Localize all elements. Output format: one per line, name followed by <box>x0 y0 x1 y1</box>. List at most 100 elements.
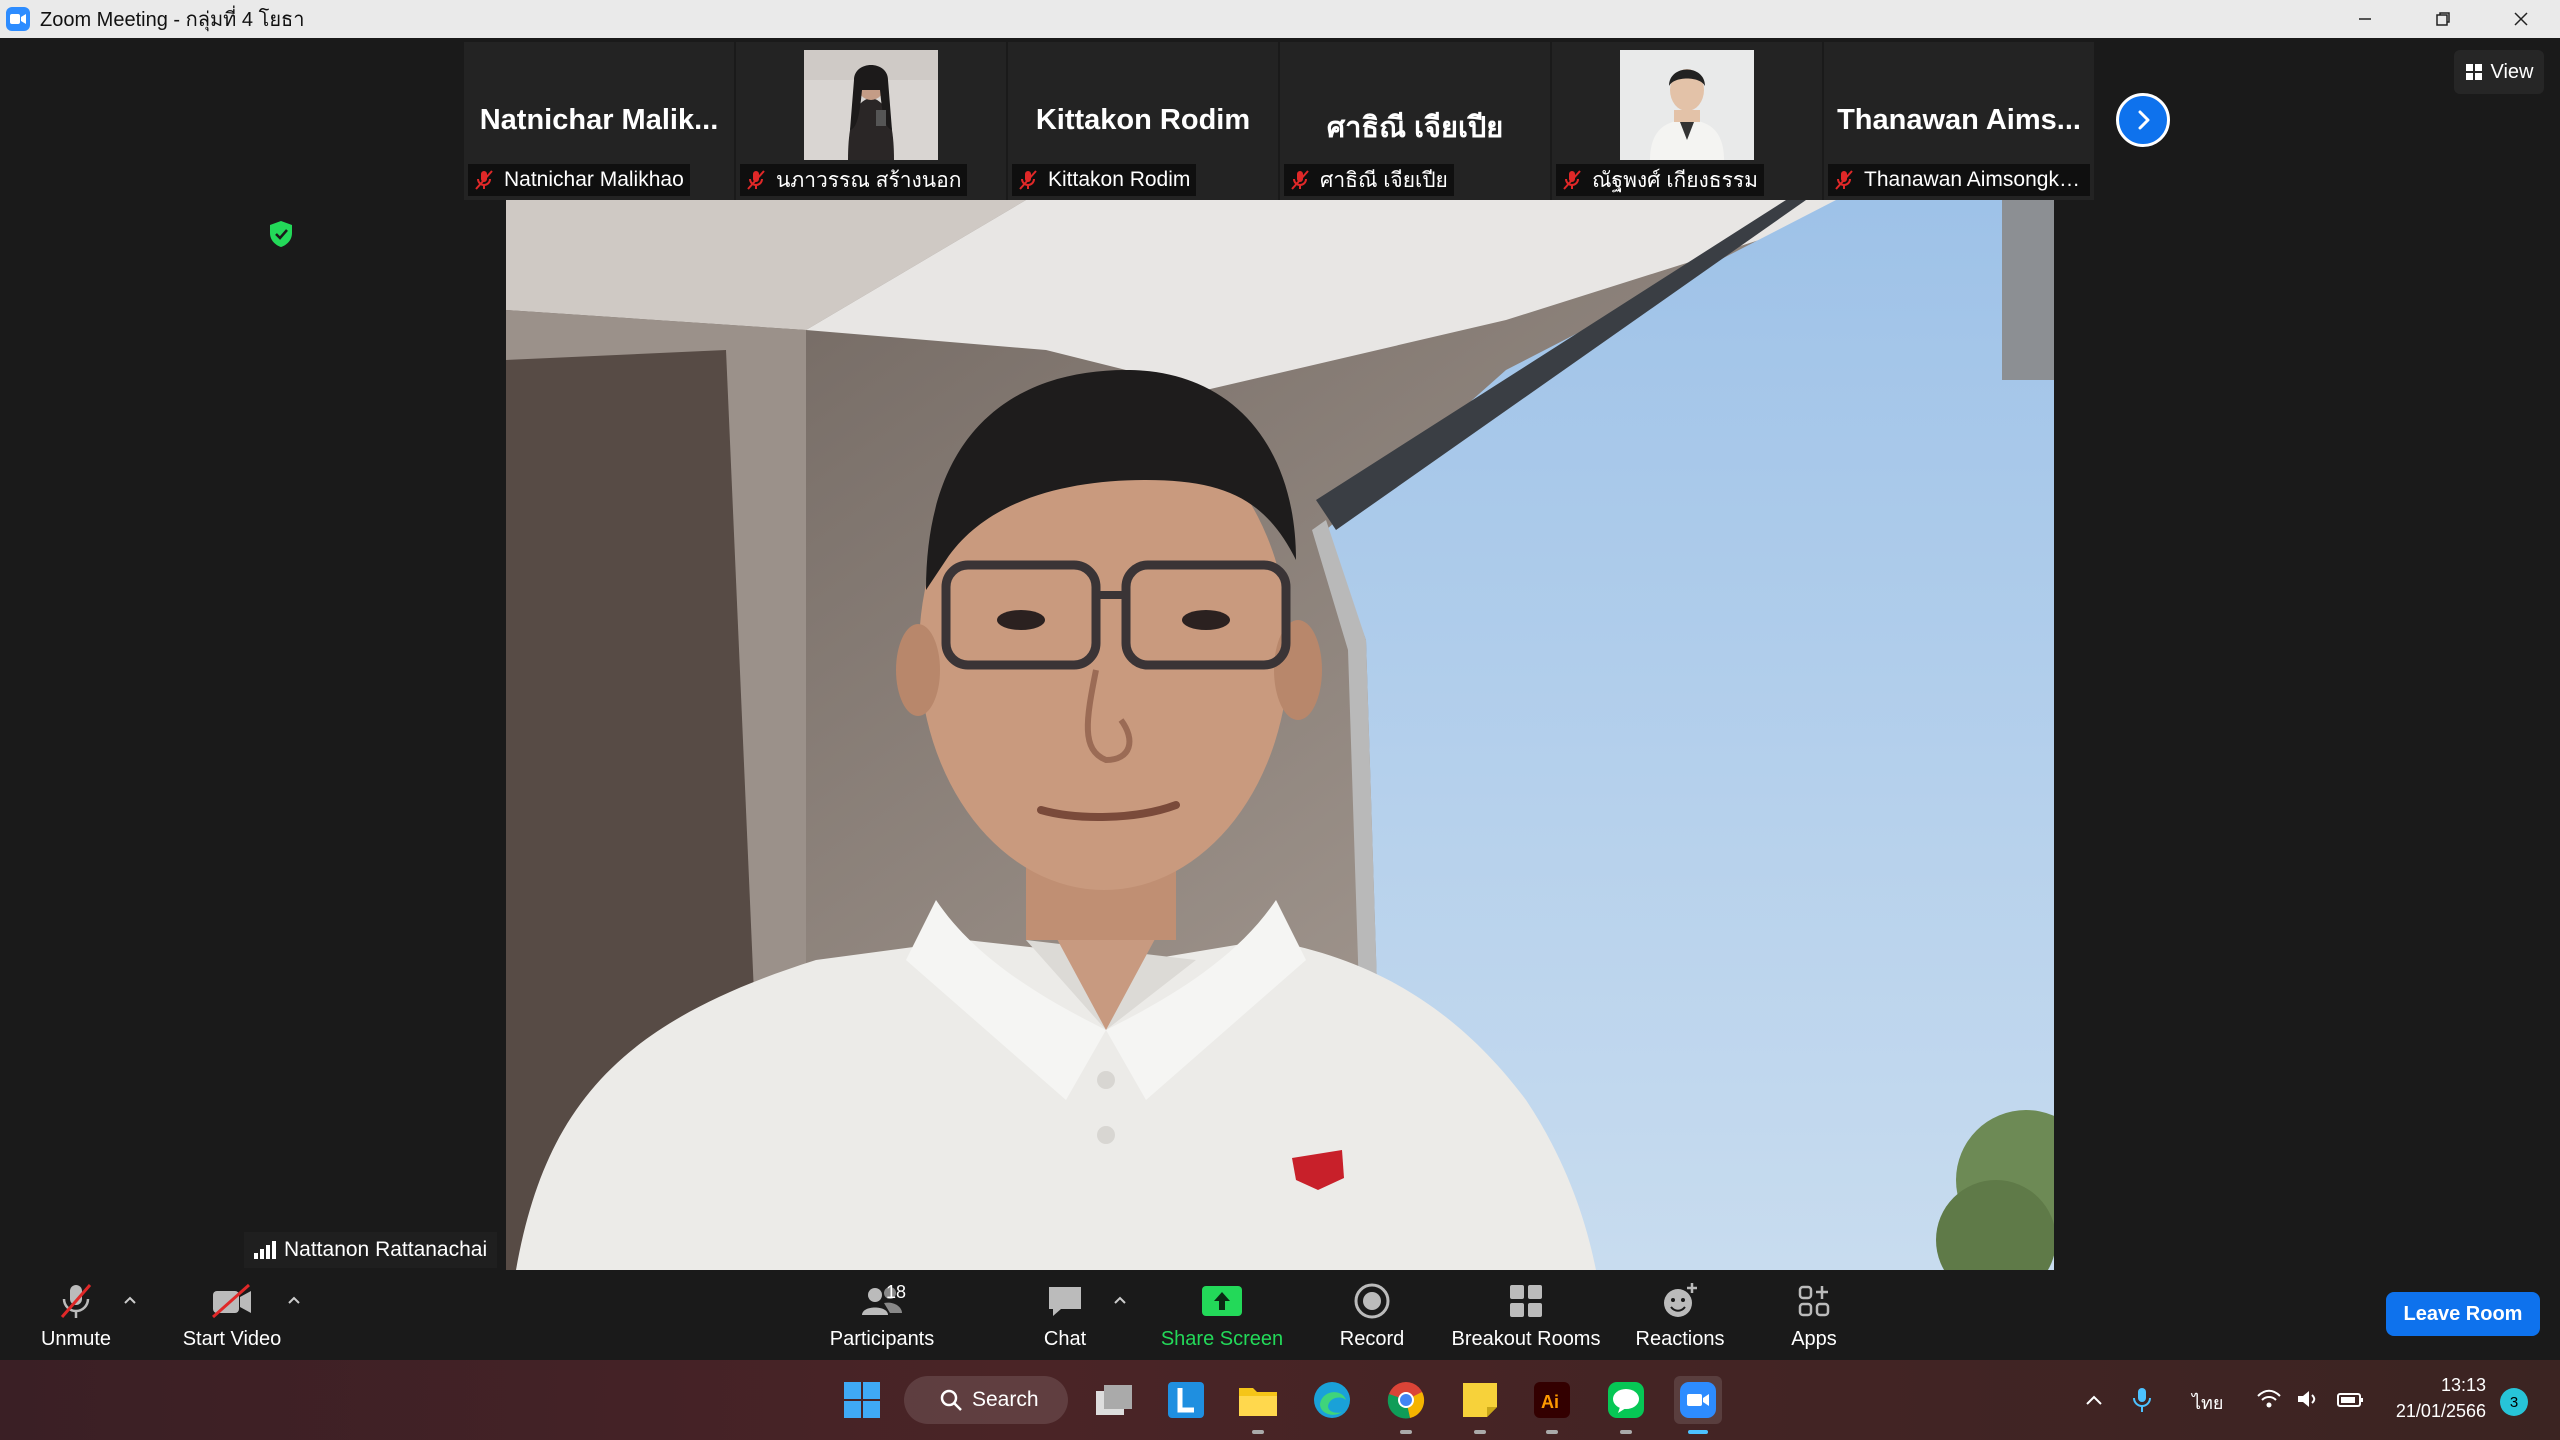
participant-tile[interactable]: นภาวรรณ สร้างนอก <box>736 42 1006 200</box>
active-speaker-video <box>506 200 2054 1270</box>
tray-overflow-chevron-icon[interactable] <box>2084 1390 2104 1410</box>
battery-icon[interactable] <box>2336 1388 2366 1410</box>
chat-icon <box>1049 1287 1081 1316</box>
taskbar-app-l[interactable] <box>1162 1376 1210 1424</box>
taskbar-sticky-notes[interactable] <box>1456 1376 1504 1434</box>
participant-display-name: Thanawan Aims... <box>1837 104 2081 136</box>
unmute-label: Unmute <box>40 1328 112 1350</box>
participant-tile[interactable]: ศาธิณี เจียเปีย ศาธิณี เจียเปีย <box>1280 42 1550 200</box>
encryption-shield-icon[interactable] <box>268 220 294 248</box>
restore-icon <box>2436 12 2450 26</box>
participant-tile[interactable]: Natnichar Malik... Natnichar Malikhao <box>464 42 734 200</box>
start-video-label: Start Video <box>182 1328 282 1350</box>
windows-logo-icon <box>844 1382 880 1418</box>
taskbar-line[interactable] <box>1602 1376 1650 1434</box>
participant-label: ศาธิณี เจียเปีย <box>1284 164 1454 196</box>
close-button[interactable] <box>2482 0 2560 38</box>
microphone-tray-icon[interactable] <box>2132 1386 2152 1414</box>
muted-mic-icon <box>60 1284 92 1318</box>
notification-badge[interactable]: 3 <box>2500 1388 2528 1416</box>
folder-icon <box>1239 1388 1277 1416</box>
audio-options-caret-icon[interactable] <box>120 1290 140 1310</box>
start-button[interactable] <box>838 1376 886 1424</box>
grid-view-icon <box>2465 64 2482 80</box>
restore-button[interactable] <box>2404 0 2482 38</box>
signal-strength-icon <box>254 1241 276 1259</box>
participant-label: Thanawan Aimsongkra... <box>1828 164 2090 196</box>
participant-label-text: นภาวรรณ สร้างนอก <box>776 168 962 192</box>
meeting-toolbar: Unmute Start Video Participants 18 Chat … <box>0 1270 2560 1360</box>
clock-time: 13:13 <box>2440 1375 2486 1395</box>
participant-label-text: ณัฐพงศ์ เกียงธรรม <box>1592 168 1759 192</box>
participant-tile[interactable]: ณัฐพงศ์ เกียงธรรม <box>1552 42 1822 200</box>
meeting-area: Natnichar Malik... Natnichar Malikhao นภ… <box>0 38 2560 1270</box>
speaker-video-frame <box>506 200 2054 1270</box>
zoom-app-icon <box>6 7 30 31</box>
reactions-icon <box>1664 1283 1697 1317</box>
task-view-icon <box>1096 1385 1132 1415</box>
taskbar-chrome[interactable] <box>1382 1376 1430 1434</box>
apps-button[interactable]: Apps <box>1786 1278 1842 1356</box>
title-bar: Zoom Meeting - กลุ่มที่ 4 โยธา <box>0 0 2560 38</box>
muted-mic-icon <box>1563 170 1581 190</box>
wifi-icon[interactable] <box>2256 1388 2282 1410</box>
start-video-button[interactable]: Start Video <box>178 1278 286 1356</box>
record-button[interactable]: Record <box>1330 1278 1414 1356</box>
taskbar-illustrator[interactable]: Ai <box>1528 1376 1576 1434</box>
unmute-button[interactable]: Unmute <box>36 1278 116 1356</box>
chat-button[interactable]: Chat <box>1030 1278 1100 1356</box>
minimize-button[interactable] <box>2326 0 2404 38</box>
chevron-right-icon <box>2138 110 2150 130</box>
chat-options-caret-icon[interactable] <box>1110 1290 1130 1310</box>
muted-mic-icon <box>1019 170 1037 190</box>
record-label: Record <box>1339 1328 1405 1350</box>
minimize-icon <box>2359 18 2371 20</box>
view-button[interactable]: View <box>2454 50 2544 94</box>
active-speaker-label: Nattanon Rattanachai <box>244 1232 498 1268</box>
video-options-caret-icon[interactable] <box>284 1290 304 1310</box>
svg-text:Ai: Ai <box>1541 1392 1559 1412</box>
zoom-app-icon <box>1680 1382 1716 1418</box>
sticky-notes-icon <box>1463 1383 1497 1417</box>
line-app-icon <box>1608 1382 1644 1418</box>
active-speaker-name: Nattanon Rattanachai <box>284 1238 488 1261</box>
input-language[interactable]: ไทย <box>2192 1388 2223 1417</box>
participant-display-name: Natnichar Malik... <box>479 104 719 136</box>
taskbar-search-label: Search <box>972 1388 1039 1411</box>
apps-label: Apps <box>1791 1328 1837 1350</box>
taskbar-zoom[interactable] <box>1674 1376 1722 1434</box>
participant-label: ณัฐพงศ์ เกียงธรรม <box>1556 164 1765 196</box>
taskbar-file-explorer[interactable] <box>1234 1376 1282 1434</box>
participants-count: 18 <box>886 1282 907 1302</box>
participant-tile[interactable]: Thanawan Aims... Thanawan Aimsongkra... <box>1824 42 2094 200</box>
task-view-button[interactable] <box>1090 1376 1138 1424</box>
leave-room-button[interactable]: Leave Room <box>2386 1292 2540 1336</box>
participant-tile[interactable]: Kittakon Rodim Kittakon Rodim <box>1008 42 1278 200</box>
system-clock[interactable]: 13:13 21/01/2566 <box>2386 1372 2486 1424</box>
share-screen-icon <box>1202 1286 1242 1316</box>
share-screen-label: Share Screen <box>1160 1328 1284 1350</box>
participant-label: Kittakon Rodim <box>1012 164 1197 196</box>
participants-label: Participants <box>829 1328 935 1350</box>
breakout-rooms-button[interactable]: Breakout Rooms <box>1448 1278 1604 1356</box>
reactions-button[interactable]: Reactions <box>1634 1278 1726 1356</box>
next-page-button[interactable] <box>2116 93 2170 147</box>
muted-mic-icon <box>475 170 493 190</box>
participant-photo <box>1620 50 1754 160</box>
close-icon <box>2514 12 2528 26</box>
volume-icon[interactable] <box>2296 1388 2320 1410</box>
muted-mic-icon <box>1291 170 1309 190</box>
participant-label-text: Kittakon Rodim <box>1048 168 1191 191</box>
share-screen-button[interactable]: Share Screen <box>1160 1278 1284 1356</box>
participant-label-text: Natnichar Malikhao <box>504 168 684 191</box>
taskbar-edge[interactable] <box>1308 1376 1356 1424</box>
participant-label: Natnichar Malikhao <box>468 164 690 196</box>
apps-icon <box>1798 1285 1830 1317</box>
l-app-icon <box>1168 1382 1204 1418</box>
participant-strip: Natnichar Malik... Natnichar Malikhao นภ… <box>464 42 2094 200</box>
participants-button[interactable]: Participants 18 <box>826 1278 938 1356</box>
illustrator-icon: Ai <box>1534 1382 1570 1418</box>
participant-label-text: Thanawan Aimsongkra... <box>1864 168 2084 191</box>
reactions-label: Reactions <box>1635 1328 1725 1350</box>
taskbar-search[interactable]: Search <box>904 1376 1068 1424</box>
